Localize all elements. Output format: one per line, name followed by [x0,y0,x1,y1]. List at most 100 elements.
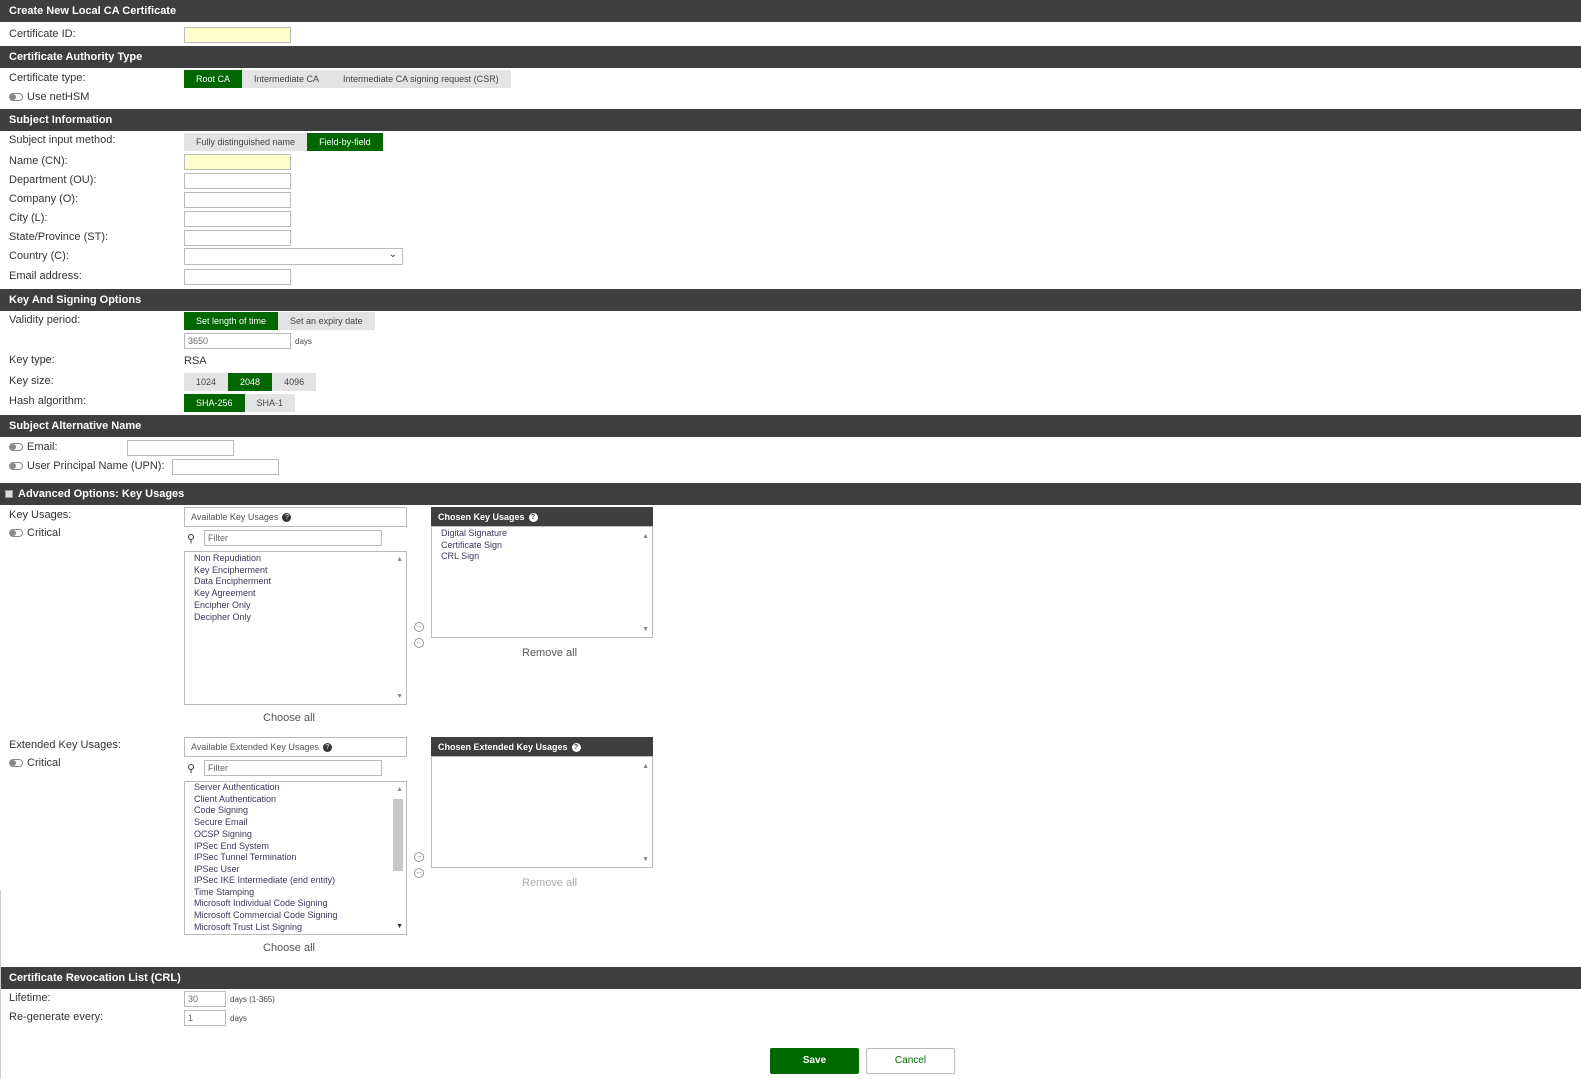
key-usages-label: Key Usages: [9,509,72,521]
scroll-up-icon[interactable]: ▲ [396,786,403,793]
st-input[interactable] [184,230,291,246]
list-item[interactable]: Encipher Only [194,600,251,610]
available-ext-key-usages-header: Available Extended Key Usages? [184,737,407,757]
san-upn-toggle[interactable] [9,462,23,470]
list-item[interactable]: Secure Email [194,817,248,827]
list-item[interactable]: IPSec User [194,864,240,874]
ou-label: Department (OU): [9,174,97,186]
ext-filter-input[interactable]: Filter [204,760,382,776]
list-item[interactable]: Decipher Only [194,612,251,622]
option-intermediate-csr[interactable]: Intermediate CA signing request (CSR) [331,70,511,88]
remove-all-button[interactable]: Remove all [522,647,577,659]
chosen-ext-key-usages-list[interactable]: ▲ ▼ [431,756,653,868]
scroll-down-icon[interactable]: ▼ [642,626,649,633]
available-key-usages-list[interactable]: Non Repudiation Key Encipherment Data En… [184,551,407,705]
save-button[interactable]: Save [770,1048,859,1074]
list-item[interactable]: Non Repudiation [194,553,261,563]
list-item[interactable]: Microsoft Individual Code Signing [194,898,328,908]
list-item[interactable]: Key Agreement [194,588,256,598]
san-email-toggle[interactable] [9,443,23,451]
crl-lifetime-input[interactable]: 30 [184,991,226,1007]
o-input[interactable] [184,192,291,208]
ext-key-usages-label: Extended Key Usages: [9,739,121,751]
help-icon[interactable]: ? [571,743,581,753]
available-ext-key-usages-list[interactable]: Server Authentication Client Authenticat… [184,781,407,935]
chosen-ext-key-usages-title: Chosen Extended Key Usages [438,742,568,752]
country-select[interactable]: ⌄ [184,248,403,265]
validity-days-input[interactable]: 3650 [184,333,291,349]
chevron-down-icon: ⌄ [388,249,397,260]
arrow-right-icon[interactable]: → [414,852,424,862]
key-usages-critical-toggle[interactable] [9,529,23,537]
arrow-left-icon[interactable]: ← [414,638,424,648]
san-upn-label: User Principal Name (UPN): [27,460,165,472]
nethsm-toggle[interactable] [9,93,23,101]
option-4096[interactable]: 4096 [272,373,317,391]
subject-method-selector: Fully distinguished name Field-by-field [184,133,383,151]
crl-regen-input[interactable]: 1 [184,1010,226,1026]
key-type-label: Key type: [9,354,55,366]
advanced-title: Advanced Options: Key Usages [18,488,185,500]
san-email-input[interactable] [127,440,234,456]
option-field-by-field[interactable]: Field-by-field [307,133,383,151]
key-usages-filter-input[interactable]: Filter [204,530,382,546]
ext-remove-all-button[interactable]: Remove all [522,877,577,889]
arrow-left-icon[interactable]: ← [414,868,424,878]
list-item[interactable]: Digital Signature [441,528,507,538]
option-2048[interactable]: 2048 [228,373,273,391]
scroll-up-icon[interactable]: ▲ [642,533,649,540]
help-icon[interactable]: ? [322,743,332,753]
list-item[interactable]: Code Signing [194,805,248,815]
scroll-down-icon[interactable]: ▼ [642,856,649,863]
list-item[interactable]: Server Authentication [194,782,280,792]
choose-all-button[interactable]: Choose all [263,712,315,724]
ext-choose-all-button[interactable]: Choose all [263,942,315,954]
chosen-key-usages-list[interactable]: Digital Signature Certificate Sign CRL S… [431,526,653,638]
list-item[interactable]: Key Encipherment [194,565,268,575]
list-item[interactable]: Client Authentication [194,794,276,804]
option-set-expiry[interactable]: Set an expiry date [278,312,375,330]
l-input[interactable] [184,211,291,227]
option-root-ca[interactable]: Root CA [184,70,243,88]
list-item[interactable]: OCSP Signing [194,829,252,839]
email-input[interactable] [184,269,291,285]
option-sha1[interactable]: SHA-1 [244,394,296,412]
list-item[interactable]: IPSec IKE Intermediate (end entity) [194,875,335,885]
list-item[interactable]: IPSec Tunnel Termination [194,852,296,862]
key-usages-critical-label: Critical [27,527,61,539]
option-fully-distinguished-name[interactable]: Fully distinguished name [184,133,308,151]
option-intermediate-ca[interactable]: Intermediate CA [242,70,332,88]
list-item[interactable]: Certificate Sign [441,540,502,550]
certificate-type-selector: Root CA Intermediate CA Intermediate CA … [184,70,511,88]
help-icon[interactable]: ? [282,513,292,523]
scroll-down-icon[interactable]: ▼ [396,923,403,930]
list-item[interactable]: Microsoft Commercial Code Signing [194,910,338,920]
help-icon[interactable]: ? [528,513,538,523]
arrow-right-icon[interactable]: → [414,622,424,632]
available-ext-key-usages-title: Available Extended Key Usages [191,742,319,752]
scrollbar-thumb[interactable] [393,799,403,871]
scroll-up-icon[interactable]: ▲ [642,763,649,770]
ext-critical-toggle[interactable] [9,759,23,767]
crl-regen-label: Re-generate every: [9,1011,104,1023]
option-set-length[interactable]: Set length of time [184,312,279,330]
subject-method-label: Subject input method: [9,134,116,146]
list-item[interactable]: CRL Sign [441,551,479,561]
list-item[interactable]: Time Stamping [194,887,254,897]
ou-input[interactable] [184,173,291,189]
section-advanced: Advanced Options: Key Usages [0,483,1581,505]
cn-input[interactable] [184,154,291,170]
option-1024[interactable]: 1024 [184,373,229,391]
certificate-id-input[interactable] [184,27,291,43]
scroll-up-icon[interactable]: ▲ [396,556,403,563]
san-upn-input[interactable] [172,459,279,475]
scroll-down-icon[interactable]: ▼ [396,693,403,700]
cancel-button[interactable]: Cancel [866,1048,955,1074]
collapse-icon[interactable] [5,490,13,498]
list-item[interactable]: Data Encipherment [194,576,271,586]
crl-lifetime-unit: days (1-365) [230,995,275,1004]
list-item[interactable]: IPSec End System [194,841,269,851]
list-item[interactable]: Microsoft Trust List Signing [194,922,302,932]
option-sha256[interactable]: SHA-256 [184,394,245,412]
hash-selector: SHA-256 SHA-1 [184,394,296,412]
